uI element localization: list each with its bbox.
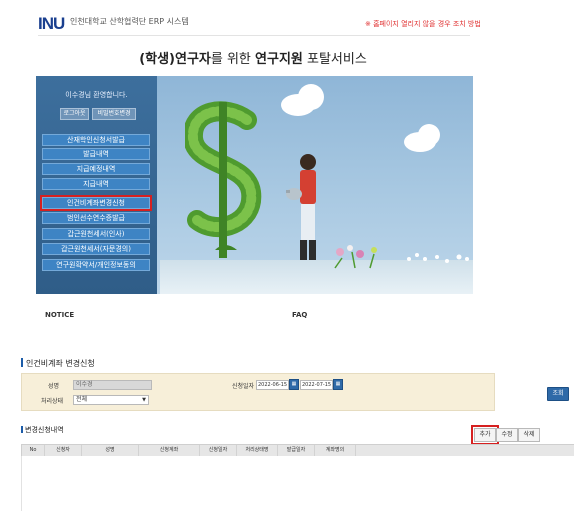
- flowers-illustration: [334, 245, 377, 269]
- section-title: 인건비계좌 변경신청: [21, 358, 95, 369]
- name-label: 성명: [48, 383, 60, 390]
- list-title: 변경신청내역: [21, 425, 64, 435]
- calendar-icon[interactable]: ▦: [333, 379, 343, 390]
- menu-item-issuance-history[interactable]: 발급내역: [42, 148, 150, 160]
- status-select-value: 전체: [76, 396, 88, 403]
- column-header[interactable]: 성명: [82, 445, 139, 456]
- date-from-field[interactable]: 2022-06-15: [256, 380, 289, 390]
- inu-logo[interactable]: INU: [38, 14, 65, 34]
- money-beads-illustration: [407, 253, 469, 263]
- search-panel: [21, 373, 495, 411]
- column-header[interactable]: 처리상태명: [237, 445, 278, 456]
- add-button[interactable]: 추가: [471, 425, 499, 445]
- cloud-shape: [418, 124, 440, 146]
- cloud-shape: [298, 84, 324, 110]
- column-header[interactable]: 발급일자: [278, 445, 315, 456]
- faq-heading[interactable]: FAQ: [292, 311, 307, 319]
- column-header[interactable]: No: [22, 445, 45, 456]
- logout-button[interactable]: 로그아웃: [60, 108, 89, 120]
- column-header[interactable]: 계좌명의: [315, 445, 356, 456]
- status-select[interactable]: 전체 ▼: [73, 395, 149, 405]
- column-header[interactable]: 신청계좌: [139, 445, 200, 456]
- menu-item-withholding-personnel[interactable]: 갑근원천세서(인사): [42, 228, 150, 240]
- welcome-message: 이수경님 환영합니다.: [65, 91, 128, 99]
- browser-warning-link[interactable]: ※ 홈페이지 열리지 않을 경우 조치 방법: [365, 19, 481, 29]
- title-bar-icon: [21, 426, 23, 433]
- header-divider: [38, 35, 470, 36]
- notice-heading[interactable]: NOTICE: [45, 311, 74, 319]
- status-label: 처리상태: [41, 398, 64, 405]
- chevron-down-icon: ▼: [142, 397, 146, 403]
- menu-item-training-certificate[interactable]: 범인선수연수증발급: [42, 212, 150, 224]
- system-name: 인천대학교 산학협력단 ERP 시스템: [70, 17, 189, 26]
- name-field[interactable]: 이수경: [73, 380, 152, 390]
- date-to-field[interactable]: 2022-07-15: [300, 380, 333, 390]
- portal-title: (학생)연구자를 위한 연구지원 포탈서비스: [0, 48, 506, 67]
- title-bar-icon: [21, 358, 23, 367]
- menu-item-payment-history[interactable]: 지급내역: [42, 178, 150, 190]
- grid-body: [21, 456, 574, 511]
- section-title-text: 인건비계좌 변경신청: [26, 359, 95, 368]
- child-watering-illustration: [286, 154, 316, 260]
- menu-item-account-change[interactable]: 인건비계좌변경신청: [40, 195, 152, 211]
- date-label: 신청일자: [232, 383, 255, 390]
- portal-title-part4: 포탈서비스: [302, 52, 367, 67]
- menu-item-employment-certificate[interactable]: 산재학인신청서발급: [42, 134, 150, 146]
- menu-item-researcher-consent[interactable]: 연구원확약서/개인정보동의: [42, 259, 150, 271]
- menu-item-withholding-advisory[interactable]: 갑근원천세서(자문경의): [42, 243, 150, 255]
- column-header[interactable]: 신청일자: [200, 445, 237, 456]
- page-header: INU 인천대학교 산학협력단 ERP 시스템 ※ 홈페이지 열리지 않을 경우…: [0, 0, 574, 40]
- portal-title-part1: (학생)연구자: [139, 52, 211, 67]
- calendar-icon[interactable]: ▦: [289, 379, 299, 390]
- column-header[interactable]: 신청자: [45, 445, 82, 456]
- portal-title-part3: 연구지원: [255, 52, 303, 67]
- password-change-button[interactable]: 비밀번호변경: [92, 108, 136, 120]
- dollar-plant-illustration: [185, 101, 262, 258]
- portal-title-part2: 를 위한: [210, 52, 256, 67]
- delete-button[interactable]: 삭제: [518, 428, 540, 442]
- edit-button[interactable]: 수정: [496, 428, 518, 442]
- menu-item-scheduled-payments[interactable]: 지급예정내역: [42, 163, 150, 175]
- logo-text: INU: [38, 14, 65, 33]
- search-button[interactable]: 조회: [547, 387, 569, 401]
- list-title-text: 변경신청내역: [25, 426, 64, 434]
